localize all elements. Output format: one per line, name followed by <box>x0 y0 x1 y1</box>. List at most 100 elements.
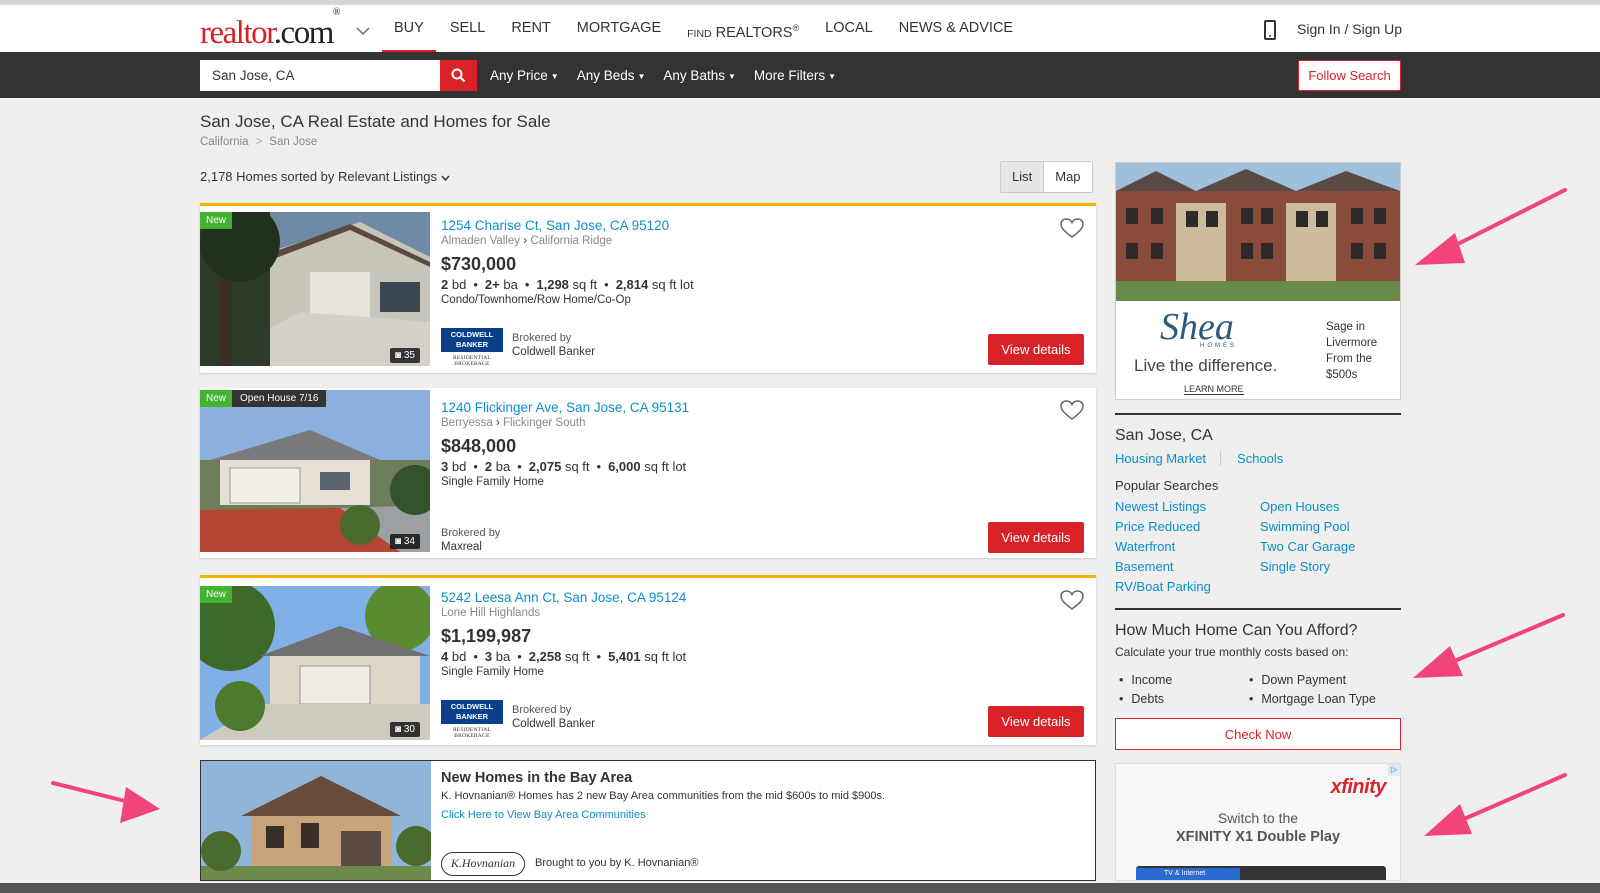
caret-down-icon: ▼ <box>550 71 559 81</box>
listing-neighborhood: Lone Hill Highlands <box>441 607 541 619</box>
broker-name: Coldwell Banker <box>512 346 596 358</box>
popular-search-link[interactable]: Waterfront <box>1115 539 1260 554</box>
listing-photo[interactable]: New Open House 7/16 ◙ 34 <box>200 390 430 552</box>
listing-price: $1,199,987 <box>441 626 532 646</box>
shea-homes-ad[interactable]: Shea HOMES Live the difference. LEARN MO… <box>1115 162 1401 400</box>
breadcrumb: California > San Jose <box>200 136 317 148</box>
ad-photo[interactable] <box>201 761 431 880</box>
view-list-button[interactable]: List <box>1001 162 1045 192</box>
annotation-arrow-icon <box>1424 773 1567 836</box>
xfinity-logo: xfinity <box>1330 776 1387 798</box>
follow-search-button[interactable]: Follow Search <box>1298 60 1401 91</box>
filter-baths[interactable]: Any Baths ▼ <box>663 68 735 83</box>
filter-price[interactable]: Any Price ▼ <box>490 68 559 83</box>
housing-market-link[interactable]: Housing Market <box>1115 451 1222 466</box>
listing-card[interactable]: New ◙ 35 1254 Charise Ct, San Jose, CA 9… <box>200 203 1096 373</box>
ad-description: K. Hovnanian® Homes has 2 new Bay Area c… <box>441 790 886 802</box>
listing-specs: 3 bd • 2 ba • 2,075 sq ft • 6,000 sq ft lot <box>441 459 687 474</box>
schools-link[interactable]: Schools <box>1221 451 1283 466</box>
nav-mortgage[interactable]: MORTGAGE <box>565 5 673 52</box>
listing-address-link[interactable]: 1240 Flickinger Ave, San Jose, CA 95131 <box>441 400 689 415</box>
listing-specs: 2 bd • 2+ ba • 1,298 sq ft • 2,814 sq ft lot <box>441 277 694 292</box>
search-icon <box>451 68 466 83</box>
popular-search-link[interactable]: Open Houses <box>1260 499 1400 514</box>
sponsored-listing-ad[interactable]: New Homes in the Bay Area K. Hovnanian® … <box>200 760 1096 881</box>
filter-more[interactable]: More Filters ▼ <box>754 68 836 83</box>
view-toggle: List Map <box>1000 161 1093 193</box>
nav-local[interactable]: LOCAL <box>813 5 885 52</box>
popular-search-link[interactable]: Basement <box>1115 559 1260 574</box>
listing-card[interactable]: New ◙ 30 5242 Leesa Ann Ct, San Jose, CA… <box>200 575 1096 745</box>
ad-sponsor-text: Brought to you by K. Hovnanian® <box>535 857 699 869</box>
mobile-phone-icon[interactable] <box>1264 20 1276 40</box>
annotation-arrow-icon <box>1415 188 1567 265</box>
photo-count: ◙ 35 <box>390 348 420 363</box>
caret-down-icon: ▼ <box>828 71 837 81</box>
listing-photo[interactable]: New ◙ 35 <box>200 212 430 366</box>
caret-down-icon: ▼ <box>727 71 736 81</box>
coldwell-banker-logo: COLDWELL BANKER RESIDENTIAL BROKERAGE <box>441 700 503 739</box>
learn-more-link[interactable]: LEARN MORE <box>1184 384 1244 395</box>
chevron-right-icon: › <box>523 235 528 247</box>
new-badge: New <box>200 390 233 407</box>
chevron-right-icon: › <box>495 417 500 429</box>
realtor-logo[interactable]: realtor.com® <box>200 7 340 52</box>
brokered-by-label: Brokered by <box>441 527 501 539</box>
listing-address-link[interactable]: 5242 Leesa Ann Ct, San Jose, CA 95124 <box>441 590 686 605</box>
view-details-button[interactable]: View details <box>988 522 1084 553</box>
camera-icon: ◙ <box>395 350 402 361</box>
view-map-button[interactable]: Map <box>1044 162 1091 192</box>
xfinity-ad[interactable]: ▷ xfinity Switch to the XFINITY X1 Doubl… <box>1115 763 1401 881</box>
chevron-down-icon[interactable] <box>356 25 370 39</box>
search-button[interactable] <box>440 60 477 91</box>
breadcrumb-san-jose[interactable]: San Jose <box>269 136 317 148</box>
popular-search-link[interactable]: Two Car Garage <box>1260 539 1400 554</box>
view-details-button[interactable]: View details <box>988 706 1084 737</box>
heart-icon[interactable] <box>1060 400 1084 426</box>
check-now-button[interactable]: Check Now <box>1115 718 1401 750</box>
chevron-right-icon: > <box>255 136 263 148</box>
nav-news-advice[interactable]: NEWS & ADVICE <box>887 5 1025 52</box>
ad-side-text: Sage in Livermore From the $500s <box>1326 321 1378 381</box>
popular-search-link[interactable]: Newest Listings <box>1115 499 1260 514</box>
ad-link[interactable]: Click Here to View Bay Area Communities <box>441 809 646 821</box>
heart-icon[interactable] <box>1060 590 1084 616</box>
popular-search-link[interactable]: RV/Boat Parking <box>1115 579 1260 594</box>
window-bottom-edge <box>0 883 1600 893</box>
location-search-input[interactable] <box>200 60 440 91</box>
broker-name: Maxreal <box>441 541 482 553</box>
listing-address-link[interactable]: 1254 Charise Ct, San Jose, CA 95120 <box>441 218 669 233</box>
property-type: Condo/Townhome/Row Home/Co-Op <box>441 294 631 306</box>
view-details-button[interactable]: View details <box>988 334 1084 365</box>
top-nav: realtor.com® BUY SELL RENT MORTGAGE FIND… <box>0 0 1600 53</box>
ad-title: New Homes in the Bay Area <box>441 770 633 786</box>
ad-choices-icon[interactable]: ▷ <box>1388 764 1400 776</box>
search-bar: Any Price▼ Any Beds▼ Any Baths▼ More Fil… <box>0 52 1600 98</box>
popular-searches-heading: Popular Searches <box>1115 478 1219 493</box>
breadcrumb-california[interactable]: California <box>200 136 249 148</box>
heart-icon[interactable] <box>1060 218 1084 244</box>
camera-icon: ◙ <box>395 536 402 547</box>
listing-neighborhood: Berryessa › Flickinger South <box>441 417 586 429</box>
listing-neighborhood: Almaden Valley › California Ridge <box>441 235 613 247</box>
affordability-subtitle: Calculate your true monthly costs based … <box>1115 645 1349 659</box>
filter-beds[interactable]: Any Beds ▼ <box>577 68 646 83</box>
nav-rent[interactable]: RENT <box>499 5 562 52</box>
listing-photo[interactable]: New ◙ 30 <box>200 586 430 740</box>
annotation-arrow-icon <box>1413 613 1565 678</box>
nav-sell[interactable]: SELL <box>438 5 497 52</box>
popular-search-link[interactable]: Single Story <box>1260 559 1400 574</box>
sort-dropdown[interactable]: 2,178 Homes sorted by Relevant Listings <box>200 169 450 184</box>
listing-specs: 4 bd • 3 ba • 2,258 sq ft • 5,401 sq ft lot <box>441 649 687 664</box>
filter-group: Any Price ▼ Any Beds ▼ Any Baths ▼ More Fil… <box>490 52 854 98</box>
popular-search-link[interactable]: Price Reduced <box>1115 519 1260 534</box>
nav-buy[interactable]: BUY <box>382 5 436 53</box>
listing-card[interactable]: New Open House 7/16 ◙ 34 1240 Flickinger … <box>200 388 1096 558</box>
nav-find-realtors[interactable]: FIND REALTORS® <box>675 5 811 52</box>
popular-searches-list: Newest Listings Open Houses Price Reduce… <box>1115 499 1401 594</box>
camera-icon: ◙ <box>395 724 402 735</box>
ad-tagline: Live the difference. <box>1134 356 1278 375</box>
open-house-badge: Open House 7/16 <box>232 390 327 407</box>
sign-in-link[interactable]: Sign In / Sign Up <box>1297 21 1402 37</box>
popular-search-link[interactable]: Swimming Pool <box>1260 519 1400 534</box>
